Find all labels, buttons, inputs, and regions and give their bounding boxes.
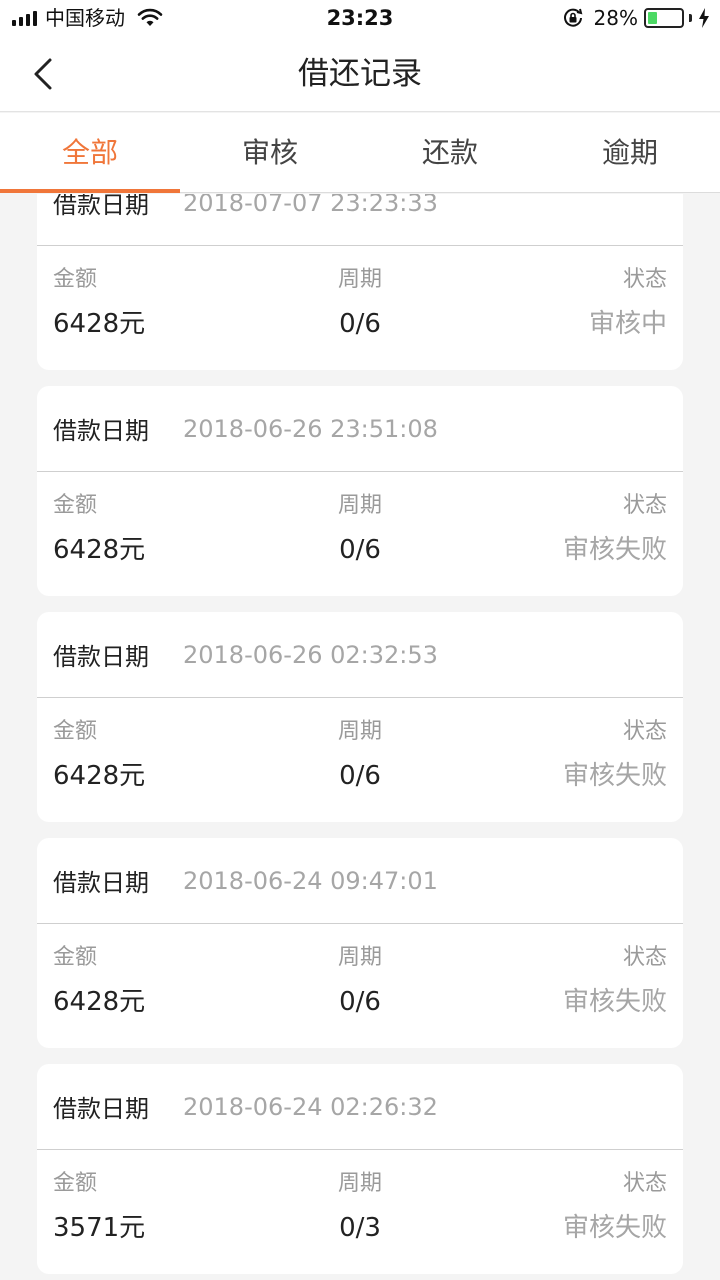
status-column: 状态 审核失败 xyxy=(563,942,667,1022)
record-card-header: 借款日期 2018-06-26 23:51:08 xyxy=(37,386,683,472)
record-card-body: 金额 6428元 周期 0/6 状态 审核失败 xyxy=(37,924,683,1048)
amount-label: 金额 xyxy=(53,267,98,292)
status-label: 状态 xyxy=(622,1171,667,1196)
status-label: 状态 xyxy=(622,719,667,744)
status-column: 状态 审核中 xyxy=(589,264,667,344)
status-value: 审核失败 xyxy=(562,987,667,1017)
record-card-header: 借款日期 2018-07-07 23:23:33 xyxy=(37,194,683,246)
record-card-header: 借款日期 2018-06-24 09:47:01 xyxy=(37,838,683,924)
tab-repayment[interactable]: 还款 xyxy=(360,113,540,193)
status-label: 状态 xyxy=(622,945,667,970)
tab-overdue[interactable]: 逾期 xyxy=(540,113,720,193)
status-value: 审核失败 xyxy=(562,535,667,565)
period-label: 周期 xyxy=(337,945,382,970)
status-bar: 中国移动 23:23 28% xyxy=(0,0,720,36)
amount-column: 金额 6428元 xyxy=(53,942,145,1022)
record-cards: 借款日期 2018-07-07 23:23:33 金额 6428元 周期 0/6… xyxy=(37,194,683,1280)
charging-bolt-icon xyxy=(699,8,709,28)
record-card-body: 金额 6428元 周期 0/6 状态 审核失败 xyxy=(37,698,683,822)
period-column: 周期 0/6 xyxy=(260,490,460,570)
period-value: 0/6 xyxy=(339,535,381,565)
record-card[interactable]: 借款日期 2018-06-26 23:51:08 金额 6428元 周期 0/6… xyxy=(37,386,683,596)
record-card-header: 借款日期 2018-06-24 02:26:32 xyxy=(37,1064,683,1150)
record-card[interactable]: 借款日期 2018-06-26 02:32:53 金额 6428元 周期 0/6… xyxy=(37,612,683,822)
amount-column: 金额 3571元 xyxy=(53,1168,145,1248)
status-column: 状态 审核失败 xyxy=(563,490,667,570)
record-card-body: 金额 6428元 周期 0/6 状态 审核失败 xyxy=(37,472,683,596)
amount-value: 6428元 xyxy=(53,987,146,1017)
battery-level xyxy=(648,12,657,24)
period-column: 周期 0/6 xyxy=(260,942,460,1022)
status-bar-right: 28% xyxy=(562,6,710,30)
record-card[interactable]: 借款日期 2018-06-24 02:26:32 金额 3571元 周期 0/3… xyxy=(37,1064,683,1274)
amount-label: 金额 xyxy=(53,945,98,970)
period-value: 0/3 xyxy=(339,1213,381,1243)
battery-percentage: 28% xyxy=(593,6,638,30)
period-column: 周期 0/3 xyxy=(260,1168,460,1248)
record-card-header: 借款日期 2018-06-26 02:32:53 xyxy=(37,612,683,698)
status-value: 审核中 xyxy=(588,309,667,339)
loan-date-label: 借款日期 xyxy=(53,194,149,219)
record-card-body: 金额 3571元 周期 0/3 状态 审核失败 xyxy=(37,1150,683,1274)
amount-label: 金额 xyxy=(53,1171,98,1196)
tab-review[interactable]: 审核 xyxy=(180,113,360,193)
period-value: 0/6 xyxy=(339,761,381,791)
loan-date-label: 借款日期 xyxy=(53,1095,149,1123)
status-column: 状态 审核失败 xyxy=(563,1168,667,1248)
active-tab-indicator xyxy=(0,189,180,193)
status-column: 状态 审核失败 xyxy=(563,716,667,796)
status-value: 审核失败 xyxy=(562,1213,667,1243)
loan-date-value: 2018-06-26 02:32:53 xyxy=(183,640,438,669)
record-card-body: 金额 6428元 周期 0/6 状态 审核中 xyxy=(37,246,683,370)
period-column: 周期 0/6 xyxy=(260,264,460,344)
record-card[interactable]: 借款日期 2018-06-24 09:47:01 金额 6428元 周期 0/6… xyxy=(37,838,683,1048)
period-label: 周期 xyxy=(337,719,382,744)
battery-cap xyxy=(689,14,692,22)
screen: 中国移动 23:23 28% 借还记录 全部 审核 还款 逾期 借款日期 201… xyxy=(0,0,720,1280)
battery-icon xyxy=(644,8,684,28)
period-column: 周期 0/6 xyxy=(260,716,460,796)
loan-date-value: 2018-06-24 09:47:01 xyxy=(183,866,438,895)
loan-date-value: 2018-06-24 02:26:32 xyxy=(183,1092,438,1121)
amount-column: 金额 6428元 xyxy=(53,716,145,796)
amount-value: 3571元 xyxy=(53,1213,146,1243)
amount-label: 金额 xyxy=(53,719,98,744)
tab-all[interactable]: 全部 xyxy=(0,113,180,193)
amount-label: 金额 xyxy=(53,493,98,518)
status-label: 状态 xyxy=(622,267,667,292)
rotation-lock-icon xyxy=(563,8,582,27)
nav-bar: 借还记录 xyxy=(0,36,720,112)
record-card[interactable]: 借款日期 2018-07-07 23:23:33 金额 6428元 周期 0/6… xyxy=(37,194,683,370)
amount-column: 金额 6428元 xyxy=(53,264,145,344)
period-label: 周期 xyxy=(337,267,382,292)
amount-column: 金额 6428元 xyxy=(53,490,145,570)
loan-date-label: 借款日期 xyxy=(53,869,149,897)
period-value: 0/6 xyxy=(339,987,381,1017)
status-value: 审核失败 xyxy=(562,761,667,791)
loan-date-label: 借款日期 xyxy=(53,643,149,671)
period-value: 0/6 xyxy=(339,309,381,339)
loan-date-value: 2018-07-07 23:23:33 xyxy=(183,194,438,217)
period-label: 周期 xyxy=(337,1171,382,1196)
amount-value: 6428元 xyxy=(53,309,146,339)
amount-value: 6428元 xyxy=(53,761,146,791)
loan-date-label: 借款日期 xyxy=(53,417,149,445)
period-label: 周期 xyxy=(337,493,382,518)
amount-value: 6428元 xyxy=(53,535,146,565)
tab-bar: 全部 审核 还款 逾期 xyxy=(0,113,720,193)
page-title: 借还记录 xyxy=(298,56,422,92)
loan-record-list[interactable]: 借款日期 2018-07-07 23:23:33 金额 6428元 周期 0/6… xyxy=(0,194,720,1280)
loan-date-value: 2018-06-26 23:51:08 xyxy=(183,414,438,443)
status-label: 状态 xyxy=(622,493,667,518)
